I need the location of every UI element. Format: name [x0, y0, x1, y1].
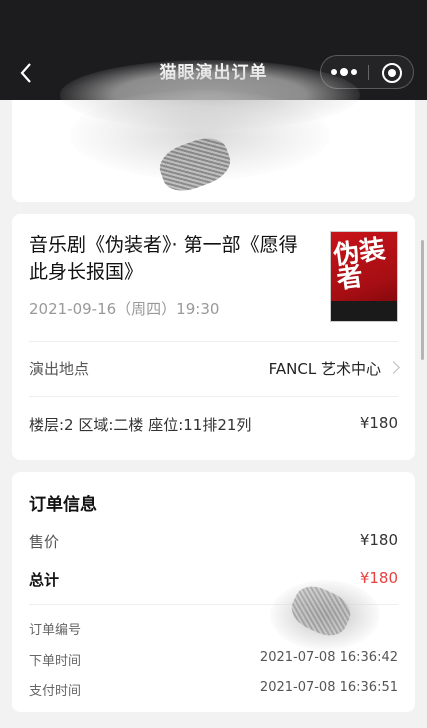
show-poster: 伪装者 — [330, 231, 398, 322]
pay-time-label: 支付时间 — [29, 684, 82, 699]
order-section-title: 订单信息 — [29, 495, 97, 515]
total-label: 总计 — [29, 571, 60, 589]
chevron-right-icon — [387, 361, 400, 374]
show-datetime: 2021-09-16（周四）19:30 — [29, 300, 220, 318]
show-title: 音乐剧《伪装者》· 第一部《愿得此身长报国》 — [29, 234, 298, 283]
poster-strip — [331, 301, 397, 321]
target-close-icon — [382, 62, 402, 83]
venue-label: 演出地点 — [29, 360, 90, 378]
show-info-card: 音乐剧《伪装者》· 第一部《愿得此身长报国》 2021-09-16（周四）19:… — [12, 214, 415, 460]
order-time-label: 下单时间 — [29, 654, 82, 669]
total-value: ¥180 — [359, 569, 398, 587]
divider — [29, 341, 398, 342]
capsule-divider — [368, 65, 369, 80]
order-no-label: 订单编号 — [29, 623, 82, 638]
venue-link[interactable]: FANCL 艺术中心 — [269, 358, 381, 379]
divider — [29, 396, 398, 397]
price-value: ¥180 — [359, 531, 398, 549]
pay-time-value: 2021-07-08 16:36:51 — [259, 680, 398, 695]
scrollbar[interactable] — [421, 240, 424, 360]
close-button[interactable] — [373, 59, 411, 86]
price-label: 售价 — [29, 533, 60, 551]
seat-info: 楼层:2 区域:二楼 座位:11排21列 — [29, 416, 252, 434]
poster-title: 伪装者 — [331, 234, 388, 296]
seat-price: ¥180 — [359, 414, 398, 432]
order-time-value: 2021-07-08 16:36:42 — [259, 650, 398, 665]
